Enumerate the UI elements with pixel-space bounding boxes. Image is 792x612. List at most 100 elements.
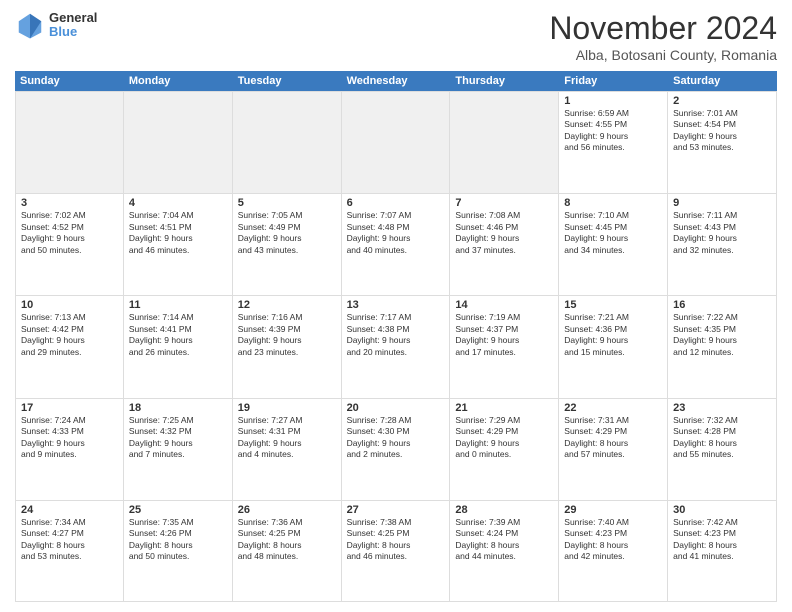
day-info: Sunrise: 7:31 AM Sunset: 4:29 PM Dayligh…: [564, 415, 662, 461]
header-day-tuesday: Tuesday: [233, 71, 342, 91]
logo-icon: [15, 10, 45, 40]
day-info: Sunrise: 7:14 AM Sunset: 4:41 PM Dayligh…: [129, 312, 227, 358]
cal-cell-w3-d6: 15Sunrise: 7:21 AM Sunset: 4:36 PM Dayli…: [559, 296, 668, 397]
cal-cell-w5-d2: 25Sunrise: 7:35 AM Sunset: 4:26 PM Dayli…: [124, 501, 233, 601]
cal-cell-w4-d2: 18Sunrise: 7:25 AM Sunset: 4:32 PM Dayli…: [124, 399, 233, 500]
day-info: Sunrise: 7:27 AM Sunset: 4:31 PM Dayligh…: [238, 415, 336, 461]
day-number: 12: [238, 299, 336, 311]
day-number: 21: [455, 402, 553, 414]
day-info: Sunrise: 7:25 AM Sunset: 4:32 PM Dayligh…: [129, 415, 227, 461]
day-info: Sunrise: 7:04 AM Sunset: 4:51 PM Dayligh…: [129, 210, 227, 256]
week-row-3: 10Sunrise: 7:13 AM Sunset: 4:42 PM Dayli…: [15, 295, 777, 397]
day-info: Sunrise: 7:17 AM Sunset: 4:38 PM Dayligh…: [347, 312, 445, 358]
day-info: Sunrise: 7:40 AM Sunset: 4:23 PM Dayligh…: [564, 517, 662, 563]
day-number: 6: [347, 197, 445, 209]
cal-cell-w2-d1: 3Sunrise: 7:02 AM Sunset: 4:52 PM Daylig…: [15, 194, 124, 295]
day-info: Sunrise: 7:07 AM Sunset: 4:48 PM Dayligh…: [347, 210, 445, 256]
cal-cell-w4-d3: 19Sunrise: 7:27 AM Sunset: 4:31 PM Dayli…: [233, 399, 342, 500]
logo-line2: Blue: [49, 25, 97, 39]
day-info: Sunrise: 7:13 AM Sunset: 4:42 PM Dayligh…: [21, 312, 118, 358]
day-number: 1: [564, 95, 662, 107]
cal-cell-w5-d1: 24Sunrise: 7:34 AM Sunset: 4:27 PM Dayli…: [15, 501, 124, 601]
header: General Blue November 2024 Alba, Botosan…: [15, 10, 777, 63]
cal-cell-w1-d6: 1Sunrise: 6:59 AM Sunset: 4:55 PM Daylig…: [559, 92, 668, 193]
day-number: 11: [129, 299, 227, 311]
month-title: November 2024: [549, 10, 777, 47]
cal-cell-w2-d5: 7Sunrise: 7:08 AM Sunset: 4:46 PM Daylig…: [450, 194, 559, 295]
day-info: Sunrise: 7:19 AM Sunset: 4:37 PM Dayligh…: [455, 312, 553, 358]
header-day-wednesday: Wednesday: [342, 71, 451, 91]
calendar-body: 1Sunrise: 6:59 AM Sunset: 4:55 PM Daylig…: [15, 91, 777, 602]
day-number: 18: [129, 402, 227, 414]
day-number: 24: [21, 504, 118, 516]
day-info: Sunrise: 7:10 AM Sunset: 4:45 PM Dayligh…: [564, 210, 662, 256]
cal-cell-w2-d2: 4Sunrise: 7:04 AM Sunset: 4:51 PM Daylig…: [124, 194, 233, 295]
day-info: Sunrise: 7:22 AM Sunset: 4:35 PM Dayligh…: [673, 312, 771, 358]
cal-cell-w2-d6: 8Sunrise: 7:10 AM Sunset: 4:45 PM Daylig…: [559, 194, 668, 295]
day-info: Sunrise: 7:05 AM Sunset: 4:49 PM Dayligh…: [238, 210, 336, 256]
cal-cell-w1-d5: [450, 92, 559, 193]
day-number: 9: [673, 197, 771, 209]
day-info: Sunrise: 7:32 AM Sunset: 4:28 PM Dayligh…: [673, 415, 771, 461]
week-row-1: 1Sunrise: 6:59 AM Sunset: 4:55 PM Daylig…: [15, 91, 777, 193]
header-day-friday: Friday: [559, 71, 668, 91]
day-info: Sunrise: 7:11 AM Sunset: 4:43 PM Dayligh…: [673, 210, 771, 256]
cal-cell-w3-d5: 14Sunrise: 7:19 AM Sunset: 4:37 PM Dayli…: [450, 296, 559, 397]
day-number: 22: [564, 402, 662, 414]
cal-cell-w4-d6: 22Sunrise: 7:31 AM Sunset: 4:29 PM Dayli…: [559, 399, 668, 500]
header-day-saturday: Saturday: [668, 71, 777, 91]
day-info: Sunrise: 6:59 AM Sunset: 4:55 PM Dayligh…: [564, 108, 662, 154]
cal-cell-w1-d7: 2Sunrise: 7:01 AM Sunset: 4:54 PM Daylig…: [668, 92, 777, 193]
calendar: SundayMondayTuesdayWednesdayThursdayFrid…: [15, 71, 777, 602]
page: General Blue November 2024 Alba, Botosan…: [0, 0, 792, 612]
header-day-monday: Monday: [124, 71, 233, 91]
day-number: 20: [347, 402, 445, 414]
day-number: 5: [238, 197, 336, 209]
day-number: 14: [455, 299, 553, 311]
cal-cell-w5-d3: 26Sunrise: 7:36 AM Sunset: 4:25 PM Dayli…: [233, 501, 342, 601]
week-row-4: 17Sunrise: 7:24 AM Sunset: 4:33 PM Dayli…: [15, 398, 777, 500]
day-info: Sunrise: 7:08 AM Sunset: 4:46 PM Dayligh…: [455, 210, 553, 256]
day-info: Sunrise: 7:28 AM Sunset: 4:30 PM Dayligh…: [347, 415, 445, 461]
day-info: Sunrise: 7:36 AM Sunset: 4:25 PM Dayligh…: [238, 517, 336, 563]
logo-line1: General: [49, 11, 97, 25]
day-info: Sunrise: 7:21 AM Sunset: 4:36 PM Dayligh…: [564, 312, 662, 358]
cal-cell-w2-d3: 5Sunrise: 7:05 AM Sunset: 4:49 PM Daylig…: [233, 194, 342, 295]
cal-cell-w4-d5: 21Sunrise: 7:29 AM Sunset: 4:29 PM Dayli…: [450, 399, 559, 500]
day-number: 16: [673, 299, 771, 311]
day-info: Sunrise: 7:01 AM Sunset: 4:54 PM Dayligh…: [673, 108, 771, 154]
day-number: 23: [673, 402, 771, 414]
cal-cell-w3-d4: 13Sunrise: 7:17 AM Sunset: 4:38 PM Dayli…: [342, 296, 451, 397]
cal-cell-w2-d4: 6Sunrise: 7:07 AM Sunset: 4:48 PM Daylig…: [342, 194, 451, 295]
day-number: 19: [238, 402, 336, 414]
cal-cell-w1-d1: [15, 92, 124, 193]
day-info: Sunrise: 7:16 AM Sunset: 4:39 PM Dayligh…: [238, 312, 336, 358]
day-number: 3: [21, 197, 118, 209]
day-number: 30: [673, 504, 771, 516]
cal-cell-w4-d1: 17Sunrise: 7:24 AM Sunset: 4:33 PM Dayli…: [15, 399, 124, 500]
day-number: 4: [129, 197, 227, 209]
cal-cell-w5-d6: 29Sunrise: 7:40 AM Sunset: 4:23 PM Dayli…: [559, 501, 668, 601]
cal-cell-w5-d5: 28Sunrise: 7:39 AM Sunset: 4:24 PM Dayli…: [450, 501, 559, 601]
day-info: Sunrise: 7:02 AM Sunset: 4:52 PM Dayligh…: [21, 210, 118, 256]
cal-cell-w3-d7: 16Sunrise: 7:22 AM Sunset: 4:35 PM Dayli…: [668, 296, 777, 397]
calendar-header: SundayMondayTuesdayWednesdayThursdayFrid…: [15, 71, 777, 91]
cal-cell-w5-d7: 30Sunrise: 7:42 AM Sunset: 4:23 PM Dayli…: [668, 501, 777, 601]
day-number: 29: [564, 504, 662, 516]
cal-cell-w2-d7: 9Sunrise: 7:11 AM Sunset: 4:43 PM Daylig…: [668, 194, 777, 295]
day-info: Sunrise: 7:38 AM Sunset: 4:25 PM Dayligh…: [347, 517, 445, 563]
day-number: 25: [129, 504, 227, 516]
logo-text: General Blue: [49, 11, 97, 40]
cal-cell-w3-d2: 11Sunrise: 7:14 AM Sunset: 4:41 PM Dayli…: [124, 296, 233, 397]
week-row-2: 3Sunrise: 7:02 AM Sunset: 4:52 PM Daylig…: [15, 193, 777, 295]
cal-cell-w3-d1: 10Sunrise: 7:13 AM Sunset: 4:42 PM Dayli…: [15, 296, 124, 397]
day-info: Sunrise: 7:39 AM Sunset: 4:24 PM Dayligh…: [455, 517, 553, 563]
day-info: Sunrise: 7:35 AM Sunset: 4:26 PM Dayligh…: [129, 517, 227, 563]
day-info: Sunrise: 7:42 AM Sunset: 4:23 PM Dayligh…: [673, 517, 771, 563]
day-number: 10: [21, 299, 118, 311]
header-day-sunday: Sunday: [15, 71, 124, 91]
location: Alba, Botosani County, Romania: [549, 47, 777, 63]
cal-cell-w1-d2: [124, 92, 233, 193]
cal-cell-w1-d4: [342, 92, 451, 193]
week-row-5: 24Sunrise: 7:34 AM Sunset: 4:27 PM Dayli…: [15, 500, 777, 602]
